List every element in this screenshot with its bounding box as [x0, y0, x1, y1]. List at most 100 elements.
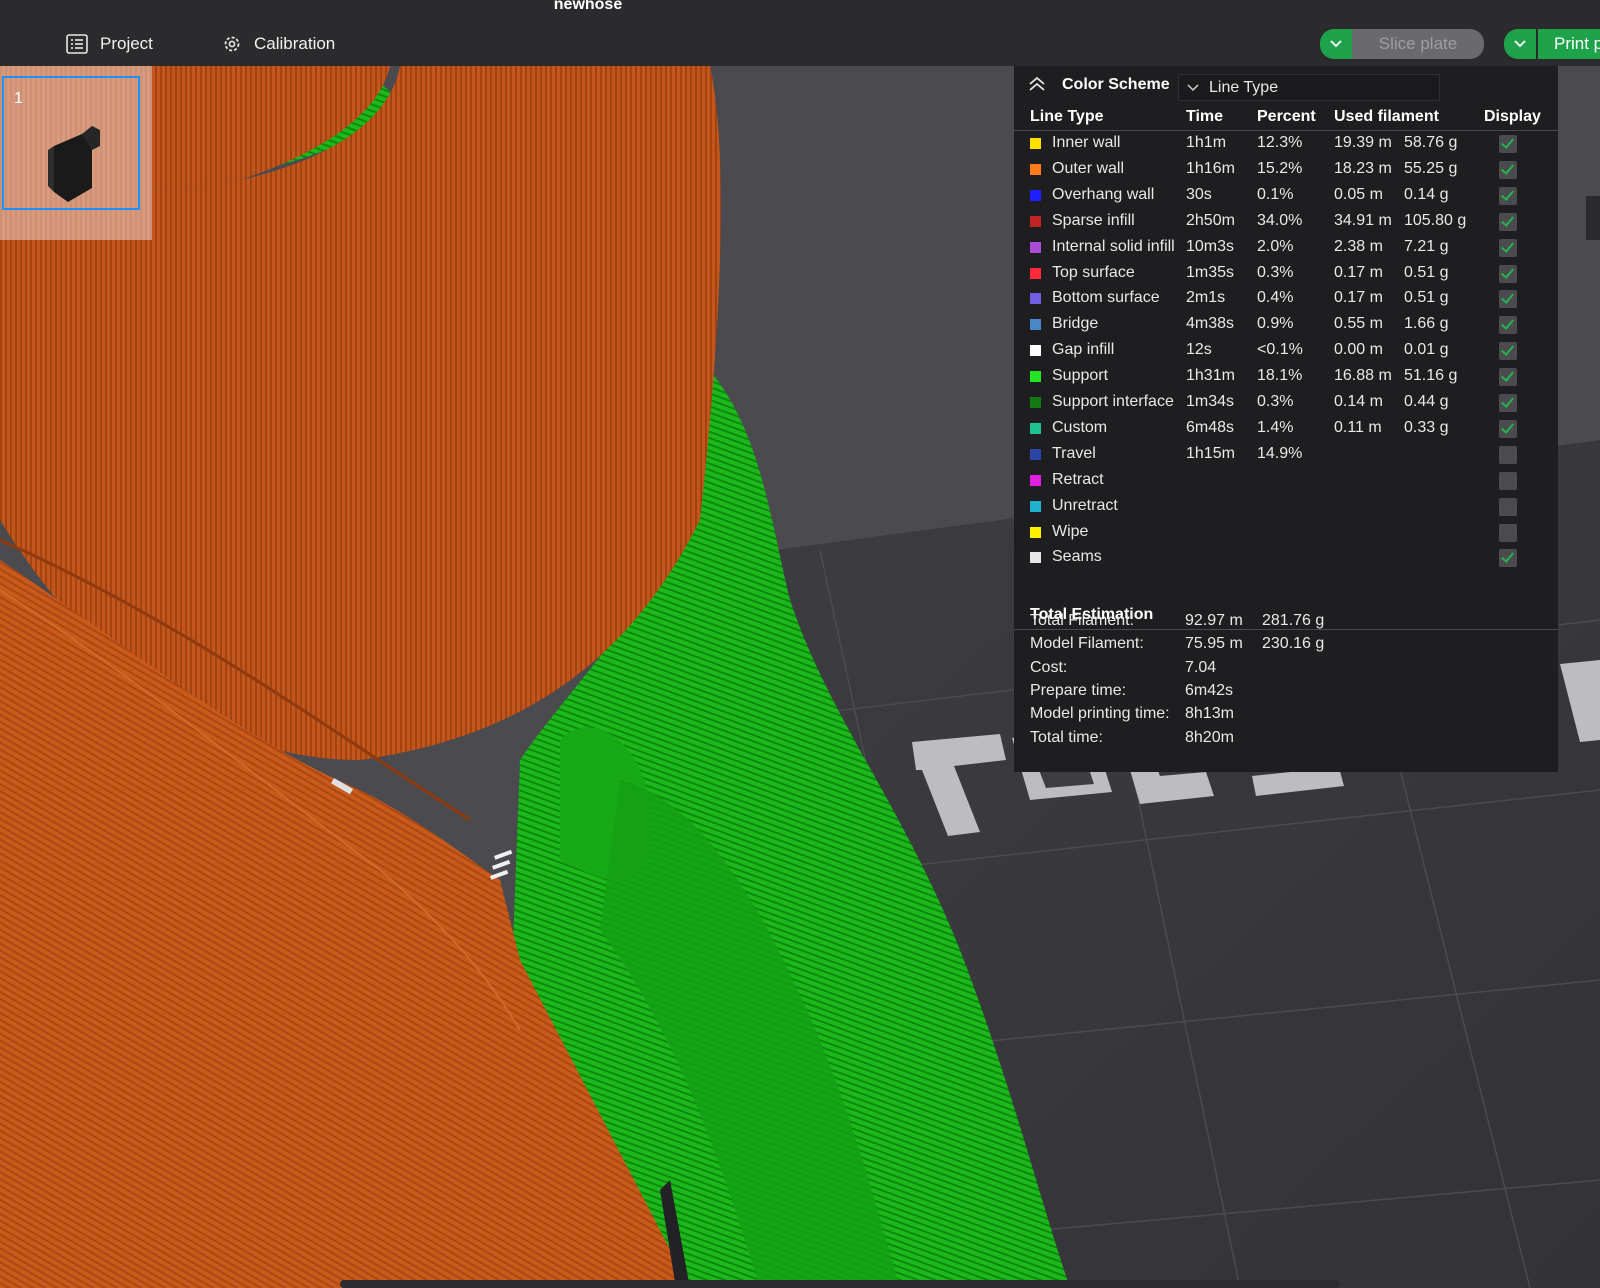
line-type-time: 30s	[1186, 185, 1212, 203]
collapse-up-icon[interactable]	[1028, 76, 1046, 92]
line-type-name: Internal solid infill	[1052, 237, 1175, 255]
line-type-name: Support	[1052, 367, 1109, 385]
line-type-weight: 58.76 g	[1404, 134, 1458, 151]
top-toolbar: newhose Project Calibration Slice plate …	[0, 0, 1600, 66]
column-header-display: Display	[1484, 108, 1541, 125]
color-swatch	[1030, 241, 1041, 253]
display-checkbox[interactable]	[1499, 342, 1517, 361]
display-checkbox[interactable]	[1499, 394, 1517, 412]
chevron-down-icon	[1514, 40, 1526, 48]
plate-number: 1	[14, 90, 23, 107]
line-type-length: 0.17 m	[1334, 289, 1383, 307]
color-swatch	[1030, 189, 1041, 201]
legend-row: Support 1h31m 18.1% 16.88 m 51.16 g	[1014, 364, 1558, 390]
display-checkbox[interactable]	[1499, 212, 1517, 231]
line-type-weight: 105.80 g	[1404, 211, 1467, 229]
legend-row: Support interface 1m34s 0.3% 0.14 m 0.44 g	[1014, 390, 1558, 416]
display-checkbox[interactable]	[1499, 497, 1517, 516]
line-type-weight: 0.01 g	[1404, 341, 1449, 359]
total-value: 8h13m	[1185, 705, 1234, 723]
total-value: 8h20m	[1185, 728, 1234, 746]
slice-dropdown-button[interactable]	[1320, 29, 1352, 59]
color-swatch	[1030, 345, 1041, 357]
bottom-layer-slider[interactable]	[340, 1280, 1340, 1288]
line-type-name: Gap infill	[1052, 341, 1115, 359]
gear-icon	[224, 36, 240, 52]
display-checkbox[interactable]	[1499, 186, 1517, 205]
display-checkbox[interactable]	[1499, 290, 1517, 309]
display-checkbox[interactable]	[1499, 264, 1517, 283]
color-swatch	[1030, 526, 1041, 538]
line-type-length: 0.11 m	[1334, 418, 1382, 436]
display-checkbox[interactable]	[1499, 419, 1517, 438]
line-type-time: 10m3s	[1186, 237, 1235, 255]
slice-plate-button[interactable]: Slice plate	[1352, 29, 1484, 59]
line-type-weight: 0.51 g	[1404, 263, 1449, 281]
legend-row: Bottom surface 2m1s 0.4% 0.17 m 0.51 g	[1014, 286, 1558, 312]
display-checkbox[interactable]	[1499, 471, 1517, 490]
total-value: 7.04	[1185, 658, 1217, 676]
line-type-percent: 15.2%	[1257, 159, 1303, 177]
legend-panel: Color Scheme Line Type Line Type Time Pe…	[1014, 66, 1558, 772]
print-plate-button[interactable]: Print p	[1538, 29, 1600, 59]
color-scheme-select[interactable]: Line Type	[1178, 74, 1440, 101]
project-tab[interactable]: Project	[66, 30, 153, 58]
color-swatch	[1030, 397, 1041, 408]
line-type-weight: 0.14 g	[1404, 185, 1449, 203]
line-type-length: 0.00 m	[1334, 341, 1383, 359]
column-header-line-type: Line Type	[1030, 108, 1104, 125]
line-type-name: Inner wall	[1052, 134, 1121, 151]
total-label: Model printing time:	[1030, 705, 1170, 723]
line-type-percent: 12.3%	[1257, 134, 1303, 151]
line-type-name: Unretract	[1052, 496, 1118, 514]
print-dropdown-button[interactable]	[1504, 29, 1536, 59]
line-type-name: Seams	[1052, 548, 1102, 566]
calibration-tab[interactable]: Calibration	[222, 30, 335, 58]
legend-header: Color Scheme Line Type	[1014, 66, 1558, 106]
line-type-time: 6m48s	[1186, 418, 1235, 436]
line-type-weight: 7.21 g	[1404, 237, 1449, 255]
total-value-secondary: 281.76 g	[1262, 612, 1325, 629]
total-row: Total time: 8h20m	[1014, 729, 1558, 751]
color-swatch	[1030, 552, 1041, 564]
display-checkbox[interactable]	[1499, 549, 1517, 568]
display-checkbox[interactable]	[1499, 160, 1517, 179]
display-checkbox[interactable]	[1499, 135, 1517, 153]
line-type-time: 2h50m	[1186, 211, 1235, 229]
chevron-down-icon	[1187, 83, 1199, 91]
column-header-time: Time	[1186, 108, 1224, 125]
display-checkbox[interactable]	[1499, 238, 1517, 257]
total-row: Model Filament: 75.95 m 230.16 g	[1014, 635, 1558, 657]
display-checkbox[interactable]	[1499, 368, 1517, 387]
chevron-down-icon	[1330, 40, 1342, 48]
color-swatch	[1030, 422, 1041, 434]
line-type-name: Sparse infill	[1052, 211, 1135, 229]
line-type-name: Travel	[1052, 444, 1096, 462]
line-type-percent: <0.1%	[1257, 341, 1303, 359]
project-label: Project	[100, 34, 153, 53]
line-type-time: 4m38s	[1186, 315, 1235, 333]
total-value: 75.95 m	[1185, 635, 1243, 653]
color-swatch	[1030, 474, 1041, 486]
color-swatch	[1030, 215, 1041, 227]
total-label: Cost:	[1030, 658, 1068, 676]
total-label: Total time:	[1030, 728, 1103, 746]
legend-row: Sparse infill 2h50m 34.0% 34.91 m 105.80 g	[1014, 209, 1558, 235]
color-scheme-value: Line Type	[1209, 78, 1279, 96]
slicer-window: newhose Project Calibration Slice plate …	[0, 0, 1600, 1288]
line-type-percent: 0.9%	[1257, 315, 1294, 333]
display-checkbox[interactable]	[1499, 523, 1517, 542]
legend-row: Outer wall 1h16m 15.2% 18.23 m 55.25 g	[1014, 157, 1558, 183]
line-type-time: 1h16m	[1186, 159, 1235, 177]
line-type-weight: 51.16 g	[1404, 367, 1458, 385]
column-header-used-filament: Used filament	[1334, 108, 1439, 125]
display-checkbox[interactable]	[1499, 316, 1517, 335]
color-swatch	[1030, 448, 1041, 460]
line-type-length: 16.88 m	[1334, 367, 1392, 385]
layer-slider-edge[interactable]	[1586, 196, 1600, 240]
legend-row: Custom 6m48s 1.4% 0.11 m 0.33 g	[1014, 416, 1558, 442]
total-label: Total Filament:	[1030, 612, 1135, 629]
line-type-time: 1h15m	[1186, 444, 1235, 462]
legend-row: Seams	[1014, 545, 1558, 571]
display-checkbox[interactable]	[1499, 445, 1517, 464]
